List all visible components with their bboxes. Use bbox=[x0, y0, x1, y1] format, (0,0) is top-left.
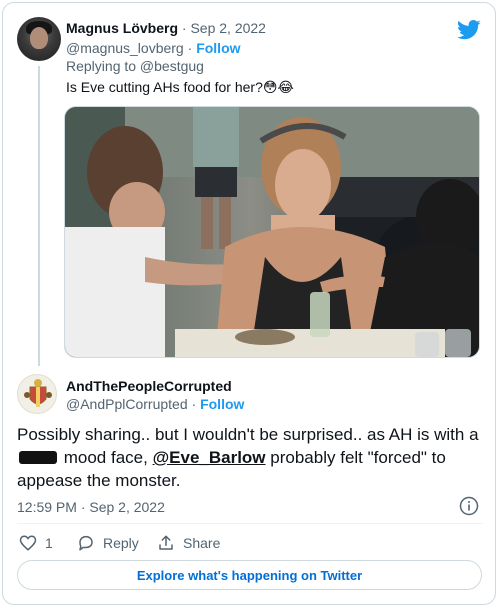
avatar[interactable] bbox=[17, 374, 57, 414]
tweet-text: Possibly sharing.. but I wouldn't be sur… bbox=[17, 425, 479, 490]
reply-bubble-icon bbox=[79, 535, 93, 551]
tweet-text: Is Eve cutting AHs food for her?😳😂 bbox=[66, 79, 294, 95]
censored-word-redaction bbox=[19, 451, 57, 464]
share-upload-icon bbox=[159, 535, 173, 550]
tweet-date[interactable]: · Sep 2, 2022 bbox=[178, 20, 266, 36]
author-handle-row: @magnus_lovberg · Follow bbox=[66, 40, 241, 56]
replying-to-text[interactable]: Replying to @bestgug bbox=[66, 58, 204, 74]
avatar[interactable] bbox=[17, 17, 61, 61]
like-button[interactable]: 1 bbox=[19, 533, 53, 553]
like-count: 1 bbox=[45, 535, 53, 551]
follow-button[interactable]: Follow bbox=[196, 40, 240, 56]
reply-button[interactable]: Reply bbox=[77, 533, 139, 553]
follow-button[interactable]: Follow bbox=[200, 396, 244, 412]
share-button[interactable]: Share bbox=[157, 533, 220, 553]
heart-icon bbox=[19, 535, 37, 551]
divider bbox=[17, 523, 483, 524]
thread-connector-line bbox=[38, 66, 40, 366]
mention-link[interactable]: @Eve_Barlow bbox=[153, 448, 266, 467]
author-name-row: Magnus Lövberg · Sep 2, 2022 bbox=[66, 20, 266, 36]
explore-twitter-button[interactable]: Explore what's happening on Twitter bbox=[17, 560, 482, 590]
reply-label: Reply bbox=[103, 535, 139, 551]
author-handle[interactable]: @AndPplCorrupted bbox=[66, 396, 188, 412]
coat-of-arms-icon bbox=[24, 379, 52, 407]
emoji-group: 😳😂 bbox=[262, 79, 294, 95]
author-handle-row: @AndPplCorrupted · Follow bbox=[66, 396, 245, 412]
author-handle[interactable]: @magnus_lovberg bbox=[66, 40, 184, 56]
info-icon[interactable] bbox=[459, 496, 479, 516]
author-display-name[interactable]: AndThePeopleCorrupted bbox=[66, 378, 232, 394]
twitter-bird-icon[interactable] bbox=[457, 20, 481, 40]
author-display-name[interactable]: Magnus Lövberg bbox=[66, 20, 178, 36]
tweet-photo[interactable] bbox=[64, 106, 480, 358]
share-label: Share bbox=[183, 535, 221, 551]
photo-illustration bbox=[65, 107, 479, 357]
tweet-timestamp[interactable]: 12:59 PM · Sep 2, 2022 bbox=[17, 499, 165, 515]
